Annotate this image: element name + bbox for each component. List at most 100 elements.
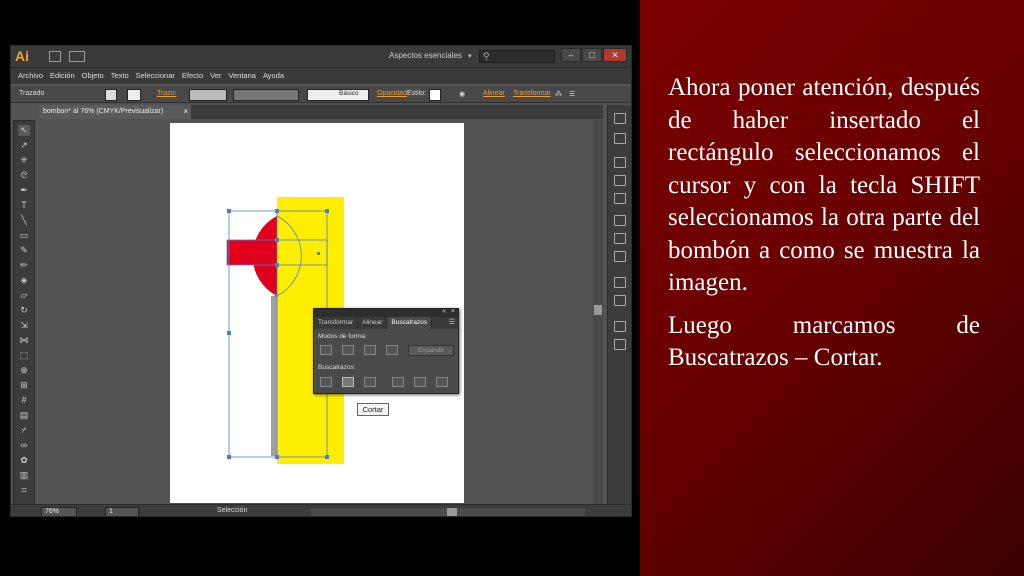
appearance-icon[interactable] — [614, 277, 626, 288]
crop-button[interactable] — [392, 377, 404, 387]
bridge-icon[interactable] — [49, 51, 61, 62]
menu-edicion[interactable]: Edición — [47, 68, 79, 84]
shape-builder-tool-icon[interactable]: ⊕ — [18, 365, 30, 376]
align-link[interactable]: Alinear — [483, 90, 505, 97]
shape-modes-label: Modos de forma: — [318, 333, 367, 340]
brush-definition[interactable] — [307, 89, 369, 101]
divide-button[interactable] — [320, 377, 332, 387]
line-tool-icon[interactable]: ╲ — [18, 215, 30, 226]
mesh-tool-icon[interactable]: # — [18, 395, 30, 406]
tab-transformar[interactable]: Transformar — [314, 317, 359, 329]
menu-texto[interactable]: Texto — [108, 68, 133, 84]
layers-icon[interactable] — [614, 321, 626, 332]
eraser-tool-icon[interactable]: ▱ — [18, 290, 30, 301]
zoom-field[interactable]: 76% — [41, 507, 77, 516]
control-menu-icon[interactable]: ☰ — [569, 90, 575, 98]
arrange-documents-icon[interactable] — [69, 51, 85, 62]
magic-wand-tool-icon[interactable]: ✳ — [18, 155, 30, 166]
minimize-button[interactable]: – — [561, 48, 581, 62]
free-transform-tool-icon[interactable]: ⬚ — [18, 350, 30, 361]
horizontal-scrollbar[interactable] — [311, 508, 585, 516]
blend-tool-icon[interactable]: ∞ — [18, 440, 30, 451]
transform-link[interactable]: Transformar — [513, 90, 551, 97]
stroke-weight-field[interactable] — [189, 89, 227, 101]
exclude-button[interactable] — [386, 345, 398, 355]
unite-button[interactable] — [320, 345, 332, 355]
swatches-icon[interactable] — [614, 157, 626, 168]
workspace-switcher[interactable]: Aspectos esenciales ▾ — [389, 51, 471, 60]
eyedropper-tool-icon[interactable]: ⌿ — [18, 425, 30, 436]
color-panel-icon[interactable] — [614, 133, 626, 144]
opacity-link[interactable]: Opacidad — [377, 90, 407, 97]
close-icon[interactable]: × — [183, 107, 188, 116]
color-guide-icon[interactable] — [614, 113, 626, 124]
horizontal-scroll-thumb[interactable] — [447, 508, 457, 516]
perspective-grid-tool-icon[interactable]: ⊞ — [18, 380, 30, 391]
artboard-tool-icon[interactable]: ⌗ — [18, 485, 30, 496]
outline-button[interactable] — [414, 377, 426, 387]
vertical-scroll-thumb[interactable] — [594, 305, 602, 315]
selection-tool-icon[interactable]: ↖ — [18, 125, 30, 136]
graphic-styles-icon[interactable] — [614, 295, 626, 306]
merge-button[interactable] — [364, 377, 376, 387]
title-bar: Ai Aspectos esenciales ▾ ⚲ – □ ✕ — [11, 46, 631, 68]
document-tab[interactable]: bombon* al 76% (CMYK/Previsualizar) × — [39, 105, 191, 119]
menu-efecto[interactable]: Efecto — [179, 68, 207, 84]
scale-tool-icon[interactable]: ⇲ — [18, 320, 30, 331]
paintbrush-tool-icon[interactable]: ✎ — [18, 245, 30, 256]
slide-body-text: Ahora poner atención, después de haber i… — [668, 72, 980, 385]
panel-close-icon[interactable]: × — [451, 308, 455, 315]
stroke-panel-icon[interactable] — [614, 215, 626, 226]
vertical-scrollbar[interactable] — [593, 120, 603, 504]
maximize-button[interactable]: □ — [582, 48, 602, 62]
document-tab-bar: bombon* al 76% (CMYK/Previsualizar) × — [39, 105, 603, 119]
menu-objeto[interactable]: Objeto — [79, 68, 108, 84]
search-input[interactable]: ⚲ — [479, 50, 555, 63]
document-tab-label: bombon* al 76% (CMYK/Previsualizar) — [43, 108, 164, 115]
close-button[interactable]: ✕ — [603, 48, 627, 62]
minus-front-button[interactable] — [342, 345, 354, 355]
artboards-icon[interactable] — [614, 339, 626, 350]
graphic-style-swatch[interactable] — [429, 89, 441, 101]
trim-button[interactable] — [342, 377, 354, 387]
direct-selection-tool-icon[interactable]: ↗ — [18, 140, 30, 151]
symbol-sprayer-tool-icon[interactable]: ✿ — [18, 455, 30, 466]
fill-swatch[interactable] — [105, 89, 117, 101]
menu-seleccionar[interactable]: Seleccionar — [133, 68, 179, 84]
rectangle-tool-icon[interactable]: ▭ — [18, 230, 30, 241]
transparency-icon[interactable] — [614, 251, 626, 262]
stroke-link[interactable]: Trazo: — [157, 90, 177, 97]
menu-ventana[interactable]: Ventana — [225, 68, 260, 84]
intersect-button[interactable] — [364, 345, 376, 355]
panel-header: « × — [314, 308, 458, 317]
isolate-icon[interactable]: ⁂ — [555, 90, 562, 98]
stroke-swatch[interactable] — [127, 89, 141, 101]
gradient-tool-icon[interactable]: ▤ — [18, 410, 30, 421]
red-band[interactable] — [227, 240, 277, 265]
menu-archivo[interactable]: Archivo — [15, 68, 47, 84]
pathfinders-label: Buscatrazos: — [318, 364, 356, 371]
lasso-tool-icon[interactable]: ᘓ — [18, 170, 30, 181]
expand-button[interactable]: Expandir — [408, 345, 454, 356]
brushes-icon[interactable] — [614, 175, 626, 186]
symbols-icon[interactable] — [614, 193, 626, 204]
gradient-panel-icon[interactable] — [614, 233, 626, 244]
minus-back-button[interactable] — [436, 377, 448, 387]
column-graph-tool-icon[interactable]: ▥ — [18, 470, 30, 481]
menu-ayuda[interactable]: Ayuda — [260, 68, 288, 84]
blob-brush-tool-icon[interactable]: ◈ — [18, 275, 30, 286]
panel-menu-icon[interactable]: ☰ — [449, 318, 455, 326]
collapse-icon[interactable]: « — [442, 308, 446, 315]
pen-tool-icon[interactable]: ✒ — [18, 185, 30, 196]
pencil-tool-icon[interactable]: ✏ — [18, 260, 30, 271]
tab-buscatrazos[interactable]: Buscatrazos — [387, 317, 433, 329]
lollipop-stick[interactable] — [271, 296, 277, 456]
artboard-number-field[interactable]: 1 — [105, 507, 139, 516]
recolor-icon[interactable]: ◉ — [459, 90, 465, 98]
menu-ver[interactable]: Ver — [207, 68, 225, 84]
type-tool-icon[interactable]: T — [18, 200, 30, 211]
tab-alinear[interactable]: Alinear — [358, 317, 388, 329]
variable-width-profile[interactable] — [233, 89, 299, 101]
width-tool-icon[interactable]: ⋈ — [18, 335, 30, 346]
rotate-tool-icon[interactable]: ↻ — [18, 305, 30, 316]
